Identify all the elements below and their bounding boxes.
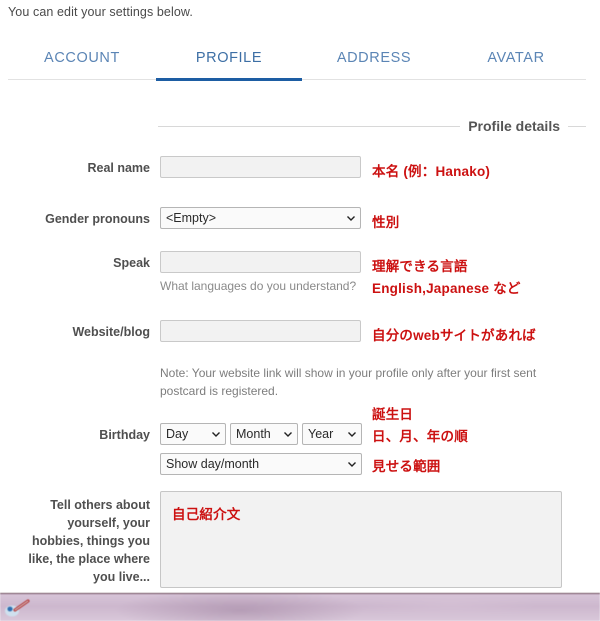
annotation-real-name: 本名 (例：Hanako) xyxy=(372,164,491,179)
label-about-you: Tell others about yourself, your hobbies… xyxy=(28,498,150,584)
speak-input[interactable] xyxy=(160,251,361,273)
chevron-down-icon xyxy=(348,462,356,467)
annotation-gender-pronouns: 性別 xyxy=(372,215,400,230)
birthday-month-select[interactable]: Month xyxy=(230,423,298,445)
birthday-day-select[interactable]: Day xyxy=(160,423,226,445)
tab-avatar[interactable]: AVATAR xyxy=(446,43,586,78)
annotation-website: 自分のwebサイトがあれば xyxy=(372,328,536,343)
label-speak: Speak xyxy=(113,256,150,270)
profile-details-header: Profile details xyxy=(158,118,586,134)
chevron-down-icon xyxy=(284,432,292,437)
settings-tabbar: ACCOUNT PROFILE ADDRESS AVATAR xyxy=(8,43,586,81)
label-real-name: Real name xyxy=(87,161,150,175)
section-title: Profile details xyxy=(468,118,560,134)
label-birthday: Birthday xyxy=(99,428,150,442)
gender-pronouns-select[interactable]: <Empty> xyxy=(160,207,361,229)
label-gender-pronouns: Gender pronouns xyxy=(45,212,150,226)
chevron-down-icon xyxy=(347,216,355,221)
gender-pronouns-value: <Empty> xyxy=(166,211,217,225)
birthday-visibility-value: Show day/month xyxy=(166,457,260,471)
annotation-about-you: 自己紹介文 xyxy=(172,507,241,522)
website-input[interactable] xyxy=(160,320,361,342)
footer-decoration-icon xyxy=(4,598,30,618)
annotation-birthday-line2: 日、月、年の順 xyxy=(372,429,468,444)
tab-address[interactable]: ADDRESS xyxy=(302,43,446,78)
speak-hint: What languages do you understand? xyxy=(160,279,357,293)
header-rule-left xyxy=(158,125,461,127)
annotation-speak-line2: English,Japanese など xyxy=(372,281,521,296)
birthday-visibility-select[interactable]: Show day/month xyxy=(160,453,362,475)
tab-profile[interactable]: PROFILE xyxy=(156,43,302,81)
birthday-year-select[interactable]: Year xyxy=(302,423,362,445)
annotation-speak-line1: 理解できる言語 xyxy=(372,259,468,274)
birthday-year-value: Year xyxy=(308,427,334,441)
real-name-input[interactable] xyxy=(160,156,361,178)
website-note: Note: Your website link will show in you… xyxy=(160,366,537,398)
settings-notice: You can edit your settings below. xyxy=(8,5,193,19)
tab-account[interactable]: ACCOUNT xyxy=(8,43,156,78)
header-rule-right xyxy=(568,125,586,127)
page-footer-strip xyxy=(0,593,600,621)
birthday-month-value: Month xyxy=(236,427,271,441)
chevron-down-icon xyxy=(212,432,220,437)
birthday-day-value: Day xyxy=(166,427,189,441)
annotation-birthday-line1: 誕生日 xyxy=(372,407,414,422)
chevron-down-icon xyxy=(348,432,356,437)
label-website: Website/blog xyxy=(72,325,150,339)
annotation-birthday-visibility: 見せる範囲 xyxy=(372,459,441,474)
